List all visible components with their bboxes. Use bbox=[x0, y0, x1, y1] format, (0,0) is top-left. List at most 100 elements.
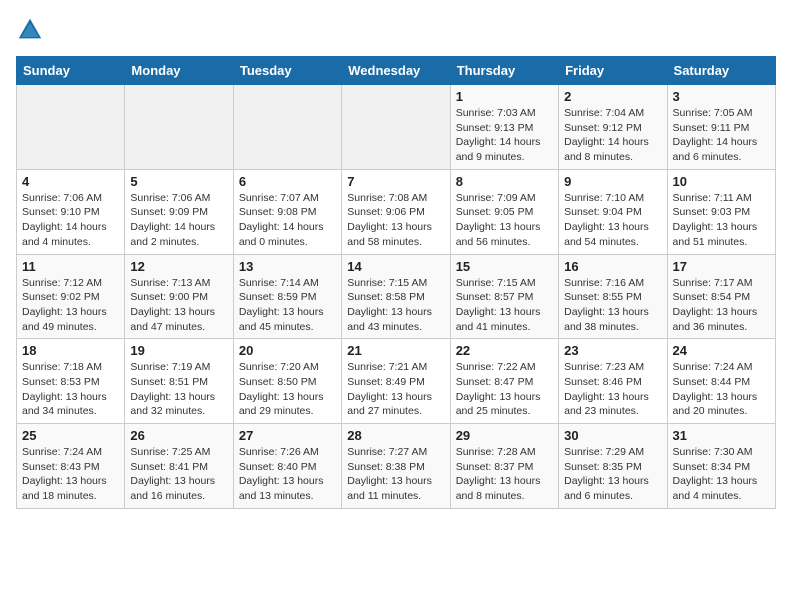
calendar-cell: 5 Sunrise: 7:06 AM Sunset: 9:09 PM Daylig… bbox=[125, 169, 233, 254]
day-info: Sunrise: 7:03 AM Sunset: 9:13 PM Dayligh… bbox=[456, 106, 553, 165]
day-info: Sunrise: 7:15 AM Sunset: 8:57 PM Dayligh… bbox=[456, 276, 553, 335]
calendar-cell: 22 Sunrise: 7:22 AM Sunset: 8:47 PM Dayli… bbox=[450, 339, 558, 424]
weekday-header: Saturday bbox=[667, 57, 775, 85]
calendar-cell: 31 Sunrise: 7:30 AM Sunset: 8:34 PM Dayli… bbox=[667, 424, 775, 509]
day-number: 30 bbox=[564, 428, 661, 443]
calendar-cell: 19Sunrise: 7:19 AM Sunset: 8:51 PM Dayli… bbox=[125, 339, 233, 424]
calendar-cell: 2 Sunrise: 7:04 AM Sunset: 9:12 PM Daylig… bbox=[559, 85, 667, 170]
calendar-week-row: 4 Sunrise: 7:06 AM Sunset: 9:10 PM Daylig… bbox=[17, 169, 776, 254]
day-info: Sunrise: 7:17 AM Sunset: 8:54 PM Dayligh… bbox=[673, 276, 770, 335]
calendar-body: 1 Sunrise: 7:03 AM Sunset: 9:13 PM Daylig… bbox=[17, 85, 776, 509]
weekday-header: Wednesday bbox=[342, 57, 450, 85]
calendar-cell: 6 Sunrise: 7:07 AM Sunset: 9:08 PM Daylig… bbox=[233, 169, 341, 254]
calendar-cell: 28 Sunrise: 7:27 AM Sunset: 8:38 PM Dayli… bbox=[342, 424, 450, 509]
day-number: 31 bbox=[673, 428, 770, 443]
day-info: Sunrise: 7:14 AM Sunset: 8:59 PM Dayligh… bbox=[239, 276, 336, 335]
day-number: 11 bbox=[22, 259, 119, 274]
day-info: Sunrise: 7:06 AM Sunset: 9:10 PM Dayligh… bbox=[22, 191, 119, 250]
calendar-cell: 27 Sunrise: 7:26 AM Sunset: 8:40 PM Dayli… bbox=[233, 424, 341, 509]
day-info: Sunrise: 7:16 AM Sunset: 8:55 PM Dayligh… bbox=[564, 276, 661, 335]
day-info: Sunrise: 7:11 AM Sunset: 9:03 PM Dayligh… bbox=[673, 191, 770, 250]
day-info: Sunrise: 7:19 AM Sunset: 8:51 PM Dayligh… bbox=[130, 360, 227, 419]
calendar-cell: 4 Sunrise: 7:06 AM Sunset: 9:10 PM Daylig… bbox=[17, 169, 125, 254]
calendar-cell: 29 Sunrise: 7:28 AM Sunset: 8:37 PM Dayli… bbox=[450, 424, 558, 509]
day-number: 5 bbox=[130, 174, 227, 189]
calendar-cell: 10 Sunrise: 7:11 AM Sunset: 9:03 PM Dayli… bbox=[667, 169, 775, 254]
day-number: 12 bbox=[130, 259, 227, 274]
calendar-cell: 7 Sunrise: 7:08 AM Sunset: 9:06 PM Daylig… bbox=[342, 169, 450, 254]
day-info: Sunrise: 7:26 AM Sunset: 8:40 PM Dayligh… bbox=[239, 445, 336, 504]
day-number: 24 bbox=[673, 343, 770, 358]
calendar-cell bbox=[17, 85, 125, 170]
day-number: 16 bbox=[564, 259, 661, 274]
day-number: 26 bbox=[130, 428, 227, 443]
day-number: 13 bbox=[239, 259, 336, 274]
calendar-week-row: 11 Sunrise: 7:12 AM Sunset: 9:02 PM Dayli… bbox=[17, 254, 776, 339]
day-info: Sunrise: 7:30 AM Sunset: 8:34 PM Dayligh… bbox=[673, 445, 770, 504]
day-info: Sunrise: 7:13 AM Sunset: 9:00 PM Dayligh… bbox=[130, 276, 227, 335]
day-info: Sunrise: 7:08 AM Sunset: 9:06 PM Dayligh… bbox=[347, 191, 444, 250]
weekday-header: Sunday bbox=[17, 57, 125, 85]
day-info: Sunrise: 7:15 AM Sunset: 8:58 PM Dayligh… bbox=[347, 276, 444, 335]
calendar-cell: 14 Sunrise: 7:15 AM Sunset: 8:58 PM Dayli… bbox=[342, 254, 450, 339]
day-number: 9 bbox=[564, 174, 661, 189]
calendar-cell: 25 Sunrise: 7:24 AM Sunset: 8:43 PM Dayli… bbox=[17, 424, 125, 509]
calendar-cell bbox=[233, 85, 341, 170]
weekday-header: Friday bbox=[559, 57, 667, 85]
calendar-cell: 15Sunrise: 7:15 AM Sunset: 8:57 PM Dayli… bbox=[450, 254, 558, 339]
calendar-cell: 1 Sunrise: 7:03 AM Sunset: 9:13 PM Daylig… bbox=[450, 85, 558, 170]
day-info: Sunrise: 7:24 AM Sunset: 8:43 PM Dayligh… bbox=[22, 445, 119, 504]
day-number: 7 bbox=[347, 174, 444, 189]
calendar-week-row: 25 Sunrise: 7:24 AM Sunset: 8:43 PM Dayli… bbox=[17, 424, 776, 509]
calendar-cell: 11 Sunrise: 7:12 AM Sunset: 9:02 PM Dayli… bbox=[17, 254, 125, 339]
calendar-cell: 18Sunrise: 7:18 AM Sunset: 8:53 PM Dayli… bbox=[17, 339, 125, 424]
day-info: Sunrise: 7:07 AM Sunset: 9:08 PM Dayligh… bbox=[239, 191, 336, 250]
day-number: 27 bbox=[239, 428, 336, 443]
day-number: 6 bbox=[239, 174, 336, 189]
logo bbox=[16, 16, 48, 44]
day-info: Sunrise: 7:21 AM Sunset: 8:49 PM Dayligh… bbox=[347, 360, 444, 419]
day-number: 22 bbox=[456, 343, 553, 358]
day-info: Sunrise: 7:27 AM Sunset: 8:38 PM Dayligh… bbox=[347, 445, 444, 504]
calendar-cell: 20 Sunrise: 7:20 AM Sunset: 8:50 PM Dayli… bbox=[233, 339, 341, 424]
calendar-cell: 16 Sunrise: 7:16 AM Sunset: 8:55 PM Dayli… bbox=[559, 254, 667, 339]
day-info: Sunrise: 7:28 AM Sunset: 8:37 PM Dayligh… bbox=[456, 445, 553, 504]
day-number: 29 bbox=[456, 428, 553, 443]
day-info: Sunrise: 7:29 AM Sunset: 8:35 PM Dayligh… bbox=[564, 445, 661, 504]
day-info: Sunrise: 7:23 AM Sunset: 8:46 PM Dayligh… bbox=[564, 360, 661, 419]
calendar-cell: 23 Sunrise: 7:23 AM Sunset: 8:46 PM Dayli… bbox=[559, 339, 667, 424]
day-number: 1 bbox=[456, 89, 553, 104]
day-number: 2 bbox=[564, 89, 661, 104]
day-number: 8 bbox=[456, 174, 553, 189]
calendar-cell bbox=[342, 85, 450, 170]
calendar-cell: 24Sunrise: 7:24 AM Sunset: 8:44 PM Dayli… bbox=[667, 339, 775, 424]
day-number: 23 bbox=[564, 343, 661, 358]
day-info: Sunrise: 7:22 AM Sunset: 8:47 PM Dayligh… bbox=[456, 360, 553, 419]
day-number: 28 bbox=[347, 428, 444, 443]
day-number: 10 bbox=[673, 174, 770, 189]
calendar-week-row: 18Sunrise: 7:18 AM Sunset: 8:53 PM Dayli… bbox=[17, 339, 776, 424]
day-number: 21 bbox=[347, 343, 444, 358]
day-info: Sunrise: 7:12 AM Sunset: 9:02 PM Dayligh… bbox=[22, 276, 119, 335]
weekday-header: Thursday bbox=[450, 57, 558, 85]
day-number: 18 bbox=[22, 343, 119, 358]
day-info: Sunrise: 7:20 AM Sunset: 8:50 PM Dayligh… bbox=[239, 360, 336, 419]
calendar-header: SundayMondayTuesdayWednesdayThursdayFrid… bbox=[17, 57, 776, 85]
day-number: 25 bbox=[22, 428, 119, 443]
day-number: 4 bbox=[22, 174, 119, 189]
calendar-cell bbox=[125, 85, 233, 170]
day-info: Sunrise: 7:09 AM Sunset: 9:05 PM Dayligh… bbox=[456, 191, 553, 250]
calendar-cell: 12 Sunrise: 7:13 AM Sunset: 9:00 PM Dayli… bbox=[125, 254, 233, 339]
calendar-cell: 9Sunrise: 7:10 AM Sunset: 9:04 PM Daylig… bbox=[559, 169, 667, 254]
day-number: 20 bbox=[239, 343, 336, 358]
day-info: Sunrise: 7:04 AM Sunset: 9:12 PM Dayligh… bbox=[564, 106, 661, 165]
page-header bbox=[16, 16, 776, 44]
day-number: 14 bbox=[347, 259, 444, 274]
day-info: Sunrise: 7:05 AM Sunset: 9:11 PM Dayligh… bbox=[673, 106, 770, 165]
day-info: Sunrise: 7:06 AM Sunset: 9:09 PM Dayligh… bbox=[130, 191, 227, 250]
calendar-cell: 17Sunrise: 7:17 AM Sunset: 8:54 PM Dayli… bbox=[667, 254, 775, 339]
calendar-table: SundayMondayTuesdayWednesdayThursdayFrid… bbox=[16, 56, 776, 509]
day-number: 3 bbox=[673, 89, 770, 104]
weekday-header: Monday bbox=[125, 57, 233, 85]
weekday-row: SundayMondayTuesdayWednesdayThursdayFrid… bbox=[17, 57, 776, 85]
